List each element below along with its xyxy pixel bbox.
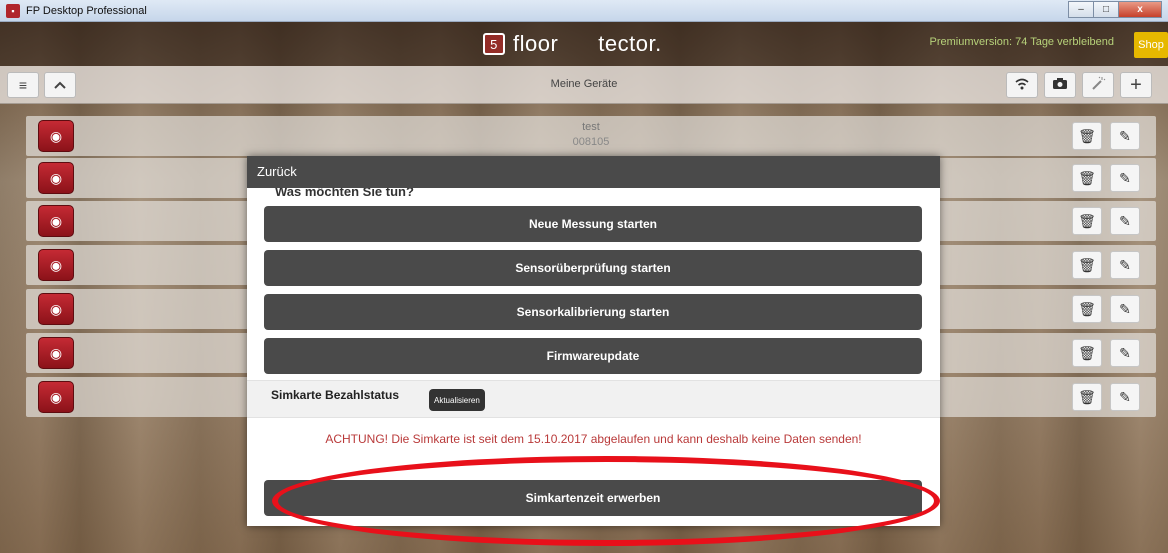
trash-icon: 🗑: [1078, 169, 1096, 186]
brand-logo: 5 floor tector.: [483, 30, 662, 58]
trash-icon: 🗑: [1078, 212, 1096, 229]
delete-device-button[interactable]: 🗑: [1072, 122, 1102, 150]
trash-icon: 🗑: [1078, 127, 1096, 144]
pencil-icon: ✎: [1119, 169, 1131, 186]
magic-wand-icon: [1090, 76, 1106, 95]
device-sensor-icon: ◉: [38, 337, 74, 369]
trash-icon: 🗑: [1078, 256, 1096, 273]
magic-wand-button[interactable]: [1082, 72, 1114, 98]
delete-device-button[interactable]: 🗑: [1072, 295, 1102, 323]
edit-device-button[interactable]: ✎: [1110, 251, 1140, 279]
minimize-button[interactable]: –: [1068, 1, 1094, 18]
edit-device-button[interactable]: ✎: [1110, 295, 1140, 323]
maximize-button[interactable]: □: [1093, 1, 1119, 18]
edit-device-button[interactable]: ✎: [1110, 383, 1140, 411]
sim-status-label: Simkarte Bezahlstatus: [271, 388, 400, 402]
edit-device-button[interactable]: ✎: [1110, 122, 1140, 150]
device-sensor-icon: ◉: [38, 381, 74, 413]
back-button[interactable]: Zurück: [247, 156, 940, 188]
edit-device-button[interactable]: ✎: [1110, 164, 1140, 192]
delete-device-button[interactable]: 🗑: [1072, 251, 1102, 279]
device-action-dialog: Was möchten Sie tun? Zurück Neue Messung…: [247, 156, 940, 526]
pencil-icon: ✎: [1119, 388, 1131, 405]
app-icon: ▪: [6, 3, 20, 18]
pencil-icon: ✎: [1119, 212, 1131, 229]
edit-device-button[interactable]: ✎: [1110, 339, 1140, 367]
device-row[interactable]: ◉ test 008105 🗑 ✎: [26, 116, 1156, 156]
edit-device-button[interactable]: ✎: [1110, 207, 1140, 235]
logo-text-part2: tector.: [598, 31, 662, 56]
device-sensor-icon: ◉: [38, 162, 74, 194]
wifi-button[interactable]: [1006, 72, 1038, 98]
buy-sim-time-button[interactable]: Simkartenzeit erwerben: [264, 480, 922, 516]
pencil-icon: ✎: [1119, 300, 1131, 317]
device-name: test: [582, 121, 600, 133]
delete-device-button[interactable]: 🗑: [1072, 207, 1102, 235]
wifi-icon: [1014, 77, 1030, 94]
window-titlebar: ▪ FP Desktop Professional – □ x: [0, 0, 1168, 22]
trash-icon: 🗑: [1078, 388, 1096, 405]
window-controls: – □ x: [1068, 1, 1162, 18]
camera-button[interactable]: [1044, 72, 1076, 98]
logo-text-part1: floor: [513, 31, 559, 56]
plus-icon: +: [1130, 73, 1142, 96]
sensor-calibration-button[interactable]: Sensorkalibrierung starten: [264, 294, 922, 330]
page-title: Meine Geräte: [550, 78, 618, 90]
shop-button[interactable]: Shop: [1134, 32, 1168, 58]
add-device-button[interactable]: +: [1120, 72, 1152, 98]
sim-refresh-button[interactable]: Aktualisieren: [429, 389, 485, 411]
pencil-icon: ✎: [1119, 127, 1131, 144]
device-sensor-icon: ◉: [38, 205, 74, 237]
delete-device-button[interactable]: 🗑: [1072, 339, 1102, 367]
delete-device-button[interactable]: 🗑: [1072, 383, 1102, 411]
premium-status: Premiumversion: 74 Tage verbleibend: [929, 36, 1114, 48]
new-measurement-button[interactable]: Neue Messung starten: [264, 206, 922, 242]
window-title: FP Desktop Professional: [26, 4, 147, 17]
trash-icon: 🗑: [1078, 344, 1096, 361]
device-sensor-icon: ◉: [38, 293, 74, 325]
device-id: 008105: [572, 136, 610, 148]
firmware-update-button[interactable]: Firmwareupdate: [264, 338, 922, 374]
sensor-check-button[interactable]: Sensorüberprüfung starten: [264, 250, 922, 286]
delete-device-button[interactable]: 🗑: [1072, 164, 1102, 192]
logo-mark-icon: 5: [483, 33, 505, 55]
device-sensor-icon: ◉: [38, 249, 74, 281]
close-button[interactable]: x: [1118, 1, 1162, 18]
sim-expired-warning: ACHTUNG! Die Simkarte ist seit dem 15.10…: [325, 432, 862, 446]
trash-icon: 🗑: [1078, 300, 1096, 317]
camera-icon: [1052, 77, 1068, 93]
pencil-icon: ✎: [1119, 256, 1131, 273]
pencil-icon: ✎: [1119, 344, 1131, 361]
